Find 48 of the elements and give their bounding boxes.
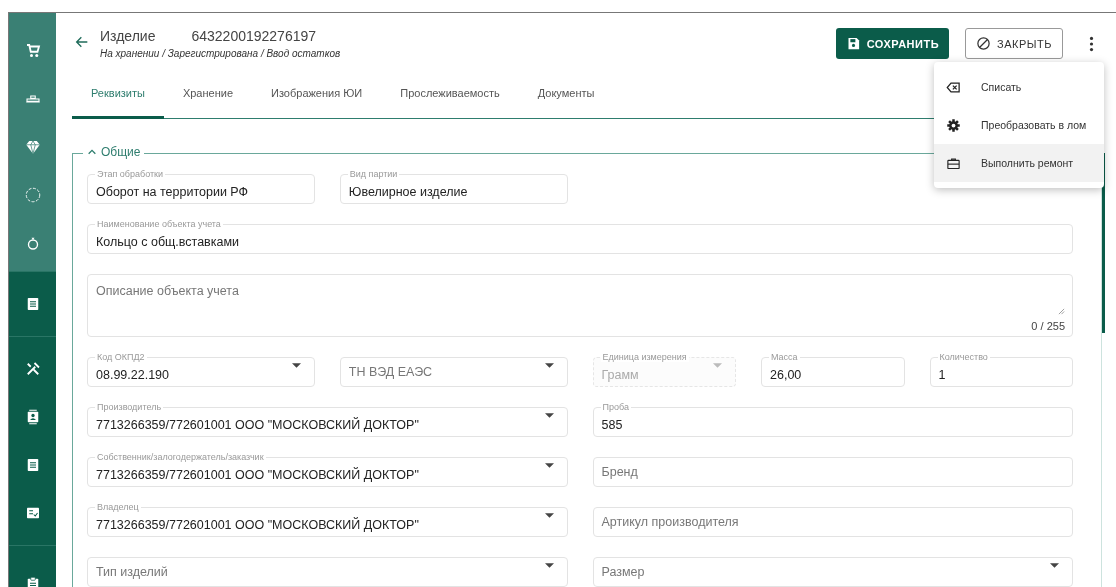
menu-item[interactable]: Списать — [934, 68, 1104, 106]
input-field[interactable]: Масса 26,00 — [761, 350, 905, 387]
diamond-icon[interactable] — [23, 138, 42, 156]
tab[interactable]: Реквизиты — [72, 87, 164, 119]
select-field[interactable]: Владелец 7713266359/772601001 ООО "МОСКОВСКИЙ ДОКТОР" — [87, 500, 568, 537]
more-menu-icon[interactable] — [1089, 35, 1094, 52]
input-field[interactable]: Бренд — [592, 450, 1073, 487]
input-field[interactable]: Этап обработки Оборот на территории РФ — [87, 167, 315, 204]
select-field[interactable]: Размер — [592, 550, 1073, 587]
dropdown-caret-icon — [713, 363, 722, 368]
chevron-icon — [87, 147, 97, 157]
dropdown-caret-icon — [544, 513, 554, 518]
select-field[interactable]: Собственник/залогодержатель/заказчик 7713266359/772601001 ООО "МОСКОВСКИЙ ДОКТОР" — [87, 450, 568, 487]
dropdown-caret-icon — [544, 563, 554, 568]
tab[interactable]: Документы — [518, 87, 614, 119]
page-title: Изделие — [100, 28, 156, 44]
dropdown-caret-icon — [291, 363, 301, 368]
select-field[interactable]: Тип изделий — [87, 550, 568, 587]
input-field[interactable]: Проба 585 — [592, 400, 1073, 437]
save-button[interactable]: СОХРАНИТЬ — [835, 28, 950, 59]
select-field[interactable]: Производитель 7713266359/772601001 ООО "МОСКОВСКИЙ ДОКТОР" — [87, 400, 568, 437]
close-button[interactable]: ЗАКРЫТЬ — [965, 28, 1063, 59]
backspace-icon — [946, 79, 961, 95]
gear-icon — [946, 117, 961, 133]
resize-grip-icon[interactable] — [1058, 308, 1065, 315]
dropdown-caret-icon — [1050, 563, 1059, 568]
menu-item[interactable]: Преобразовать в лом — [934, 106, 1104, 144]
status-breadcrumb: На хранении / Зарегистрирована / Ввод остатков — [100, 48, 341, 59]
description-textarea[interactable]: Описание объекта учета 0 / 255 — [87, 267, 1073, 337]
character-counter: 0 / 255 — [1031, 320, 1065, 332]
tab[interactable]: Изображения ЮИ — [252, 87, 382, 119]
select-field[interactable]: ТН ВЭД ЕАЭС — [339, 350, 568, 387]
input-field[interactable]: Количество 1 — [929, 350, 1073, 387]
prohibited-circle-icon — [976, 36, 992, 51]
input-field[interactable]: Артикул производителя — [592, 500, 1073, 537]
tab[interactable]: Хранение — [163, 87, 252, 119]
dropdown-caret-icon — [544, 413, 554, 418]
select-field[interactable]: Код ОКПД2 08.99.22.190 — [87, 350, 315, 387]
dropdown-caret-icon — [544, 363, 554, 368]
toolbox-icon — [946, 155, 961, 171]
back-arrow-icon[interactable] — [74, 34, 90, 50]
input-field[interactable]: Вид партии Ювелирное изделие — [339, 167, 568, 204]
dashed-circle-icon[interactable] — [23, 186, 42, 204]
item-number: 6432200192276197 — [191, 28, 317, 44]
dropdown-caret-icon — [544, 463, 554, 468]
input-field[interactable]: Наименование объекта учета Кольцо с общ.вставками — [87, 217, 1073, 254]
menu-item[interactable]: Выполнить ремонт — [934, 144, 1104, 182]
tab[interactable]: Прослеживаемость — [381, 87, 519, 119]
